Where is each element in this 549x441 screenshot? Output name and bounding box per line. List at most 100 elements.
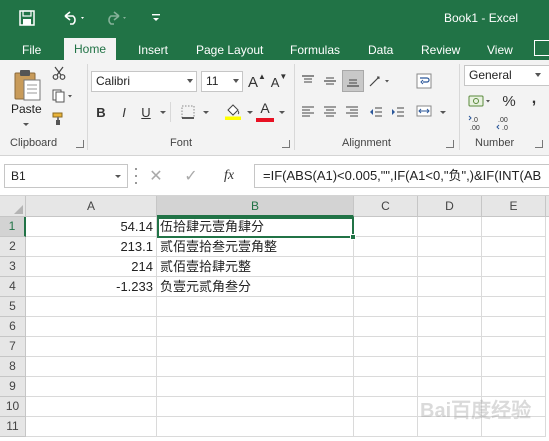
cell-b1[interactable]: 伍拾肆元壹角肆分 (157, 217, 354, 237)
name-box[interactable]: B1 (4, 164, 128, 188)
orientation-button[interactable] (366, 70, 394, 92)
underline-button[interactable]: U (138, 102, 154, 122)
grid-cell[interactable] (482, 257, 546, 277)
fill-color-button[interactable] (222, 100, 244, 122)
italic-button[interactable]: I (116, 102, 132, 122)
cell-a2[interactable]: 213.1 (26, 237, 157, 257)
cell-b3[interactable]: 贰佰壹拾肆元整 (157, 257, 354, 277)
grid-cell[interactable] (418, 277, 482, 297)
grid-cell[interactable] (157, 417, 354, 437)
align-right-button[interactable] (342, 102, 362, 122)
grid-cell[interactable] (354, 297, 418, 317)
row-header[interactable]: 10 (0, 397, 26, 417)
cancel-entry-button[interactable]: ✕ (146, 166, 166, 186)
borders-button[interactable] (178, 102, 198, 122)
grid-cell[interactable] (354, 337, 418, 357)
merge-dropdown-icon[interactable] (440, 111, 446, 114)
tab-page-layout[interactable]: Page Layout (196, 40, 263, 60)
increase-decimal-button[interactable]: .0 .00 (466, 114, 490, 132)
tab-review[interactable]: Review (421, 40, 460, 60)
number-format-select[interactable]: General (464, 65, 549, 86)
cut-button[interactable] (50, 64, 68, 82)
fill-dropdown-icon[interactable] (247, 111, 253, 114)
select-all-button[interactable] (0, 196, 26, 217)
align-bottom-button[interactable] (342, 70, 364, 92)
grid-cell[interactable] (26, 377, 157, 397)
comma-style-button[interactable]: , (524, 88, 544, 110)
grid-cell[interactable] (157, 337, 354, 357)
grid-cell[interactable] (354, 397, 418, 417)
redo-button[interactable] (100, 6, 132, 30)
customize-qat-button[interactable] (148, 6, 164, 30)
tab-formulas[interactable]: Formulas (290, 40, 340, 60)
grid-cell[interactable] (354, 257, 418, 277)
grid-cell[interactable] (418, 217, 482, 237)
grow-font-button[interactable]: A ▲ (248, 72, 266, 92)
font-color-dropdown-icon[interactable] (279, 111, 285, 114)
copy-button[interactable] (50, 87, 76, 105)
grid-cell[interactable] (482, 317, 546, 337)
bold-button[interactable]: B (93, 102, 109, 122)
row-header[interactable]: 4 (0, 277, 26, 297)
row-header[interactable]: 2 (0, 237, 26, 257)
tab-home[interactable]: Home (64, 38, 117, 60)
row-header[interactable]: 8 (0, 357, 26, 377)
decrease-decimal-button[interactable]: .00 .0 (494, 114, 518, 132)
grid-cell[interactable] (482, 277, 546, 297)
align-left-button[interactable] (298, 102, 318, 122)
row-header[interactable]: 5 (0, 297, 26, 317)
align-middle-button[interactable] (320, 70, 340, 92)
cell-a1[interactable]: 54.14 (26, 217, 157, 237)
grid-cell[interactable] (26, 317, 157, 337)
confirm-entry-button[interactable]: ✓ (181, 166, 201, 186)
grid-cell[interactable] (354, 377, 418, 397)
accounting-format-button[interactable] (466, 90, 494, 112)
font-name-select[interactable]: Calibri (91, 71, 197, 92)
font-size-select[interactable]: 11 (201, 71, 243, 92)
tab-file[interactable]: File (22, 40, 41, 60)
row-header[interactable]: 6 (0, 317, 26, 337)
grid-cell[interactable] (26, 297, 157, 317)
merge-center-button[interactable] (412, 100, 436, 122)
shrink-font-button[interactable]: A ▼ (270, 72, 288, 92)
cell-a3[interactable]: 214 (26, 257, 157, 277)
grid-cell[interactable] (26, 397, 157, 417)
grid-cell[interactable] (26, 417, 157, 437)
font-launcher-icon[interactable] (282, 140, 290, 148)
grid-cell[interactable] (26, 357, 157, 377)
number-launcher-icon[interactable] (535, 140, 543, 148)
align-top-button[interactable] (298, 70, 318, 92)
percent-style-button[interactable]: % (498, 90, 520, 112)
formula-input[interactable]: =IF(ABS(A1)<0.005,"",IF(A1<0,"负",)&IF(IN… (254, 164, 549, 188)
insert-function-button[interactable]: fx (218, 166, 240, 186)
grid-cell[interactable] (418, 297, 482, 317)
tab-data[interactable]: Data (368, 40, 393, 60)
cell-b4[interactable]: 负壹元贰角叁分 (157, 277, 354, 297)
grid-cell[interactable] (26, 337, 157, 357)
column-header-a[interactable]: A (26, 196, 157, 217)
paste-button[interactable] (10, 66, 44, 104)
grid-cell[interactable] (157, 297, 354, 317)
underline-dropdown-icon[interactable] (160, 111, 166, 114)
grid-cell[interactable] (157, 397, 354, 417)
column-header-c[interactable]: C (354, 196, 418, 217)
tab-view[interactable]: View (487, 40, 513, 60)
grid-cell[interactable] (157, 317, 354, 337)
grid-cell[interactable] (157, 357, 354, 377)
grid-cell[interactable] (418, 237, 482, 257)
grid-cell[interactable] (354, 217, 418, 237)
cell-b2[interactable]: 贰佰壹拾叁元壹角整 (157, 237, 354, 257)
grid-cell[interactable] (354, 357, 418, 377)
grid-cell[interactable] (354, 417, 418, 437)
column-header-b[interactable]: B (157, 196, 354, 217)
row-header[interactable]: 1 (0, 217, 26, 237)
row-header[interactable]: 9 (0, 377, 26, 397)
alignment-launcher-icon[interactable] (446, 140, 454, 148)
align-center-button[interactable] (320, 102, 340, 122)
grid-cell[interactable] (354, 277, 418, 297)
increase-indent-button[interactable] (388, 102, 408, 122)
column-header-d[interactable]: D (418, 196, 482, 217)
grid-cell[interactable] (418, 337, 482, 357)
grid-cell[interactable] (482, 357, 546, 377)
row-header[interactable]: 7 (0, 337, 26, 357)
